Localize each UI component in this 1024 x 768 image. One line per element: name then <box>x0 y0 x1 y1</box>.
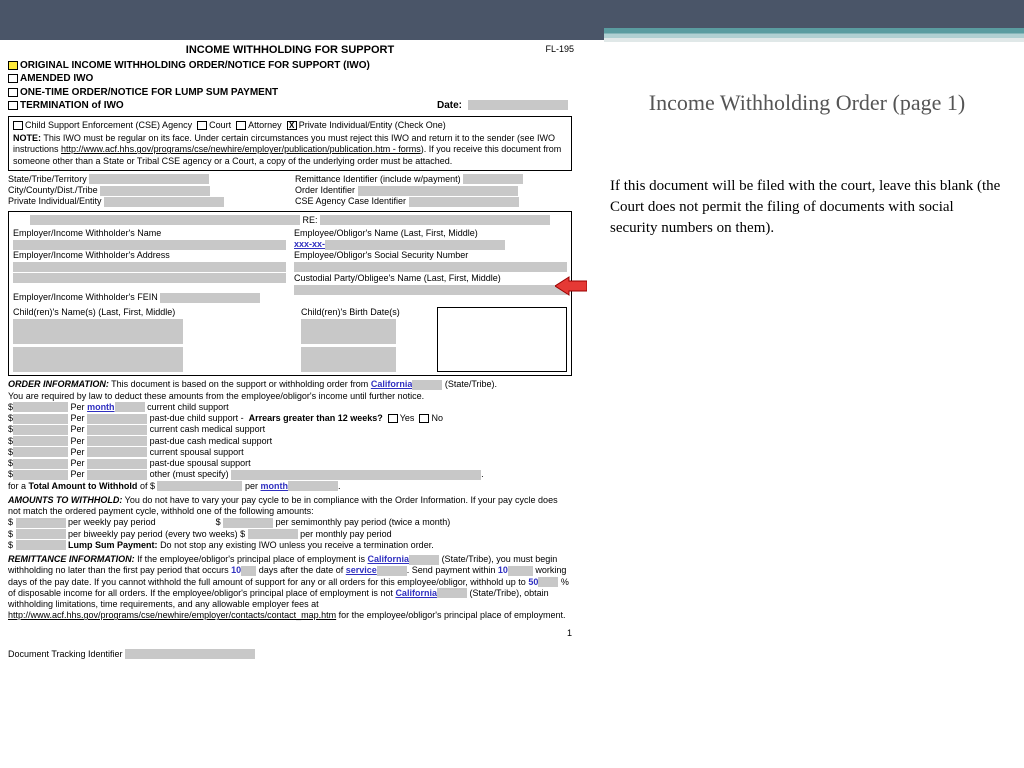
slide-header-bar <box>0 0 1024 40</box>
date-field[interactable] <box>468 100 568 110</box>
checkbox-attorney[interactable] <box>236 121 246 130</box>
field-emp-name[interactable] <box>13 240 286 250</box>
form-document: INCOME WITHHOLDING FOR SUPPORT ORIGINAL … <box>0 40 580 668</box>
field-fein[interactable] <box>160 293 260 303</box>
checkbox-cse[interactable] <box>13 121 23 130</box>
checkbox-amended[interactable] <box>8 74 18 83</box>
parties-box: RE: Employer/Income Withholder's Name Em… <box>8 211 572 377</box>
page-number: 1 <box>8 628 572 639</box>
field-emp-addr[interactable] <box>13 262 286 272</box>
checkbox-arrears-yes[interactable] <box>388 414 398 423</box>
entity-box: Child Support Enforcement (CSE) Agency C… <box>8 116 572 171</box>
checkbox-termination[interactable] <box>8 101 18 110</box>
field-childdate1[interactable] <box>301 319 396 344</box>
checkbox-court[interactable] <box>197 121 207 130</box>
field-tracking[interactable] <box>125 649 255 659</box>
field-ssn[interactable] <box>294 262 567 272</box>
field-child1[interactable] <box>13 319 183 344</box>
checkbox-original[interactable] <box>8 61 18 70</box>
field-remit[interactable] <box>463 174 523 184</box>
field-custodial[interactable] <box>294 285 567 295</box>
form-code: FL-195 <box>545 44 574 54</box>
remit-link[interactable]: http://www.acf.hhs.gov/programs/cse/newh… <box>8 610 336 620</box>
field-order[interactable] <box>358 186 518 196</box>
arrow-icon <box>555 275 587 297</box>
checkbox-arrears-no[interactable] <box>419 414 429 423</box>
slide-title: Income Withholding Order (page 1) <box>610 90 1004 116</box>
note-link[interactable]: http://www.acf.hhs.gov/programs/cse/newh… <box>61 144 421 154</box>
header-accent <box>604 28 1024 42</box>
form-title: INCOME WITHHOLDING FOR SUPPORT <box>8 44 572 58</box>
field-cseid[interactable] <box>409 197 519 207</box>
ssn-redacted: xxx-xx- <box>294 239 325 249</box>
children-extra-box <box>437 307 567 372</box>
slide-body-text: If this document will be filed with the … <box>610 176 1004 239</box>
checkbox-private[interactable] <box>287 121 297 130</box>
field-state[interactable] <box>89 174 209 184</box>
field-total[interactable] <box>157 481 242 491</box>
field-private[interactable] <box>104 197 224 207</box>
field-city[interactable] <box>100 186 210 196</box>
date-label: Date: <box>437 100 462 113</box>
checkbox-onetime[interactable] <box>8 88 18 97</box>
